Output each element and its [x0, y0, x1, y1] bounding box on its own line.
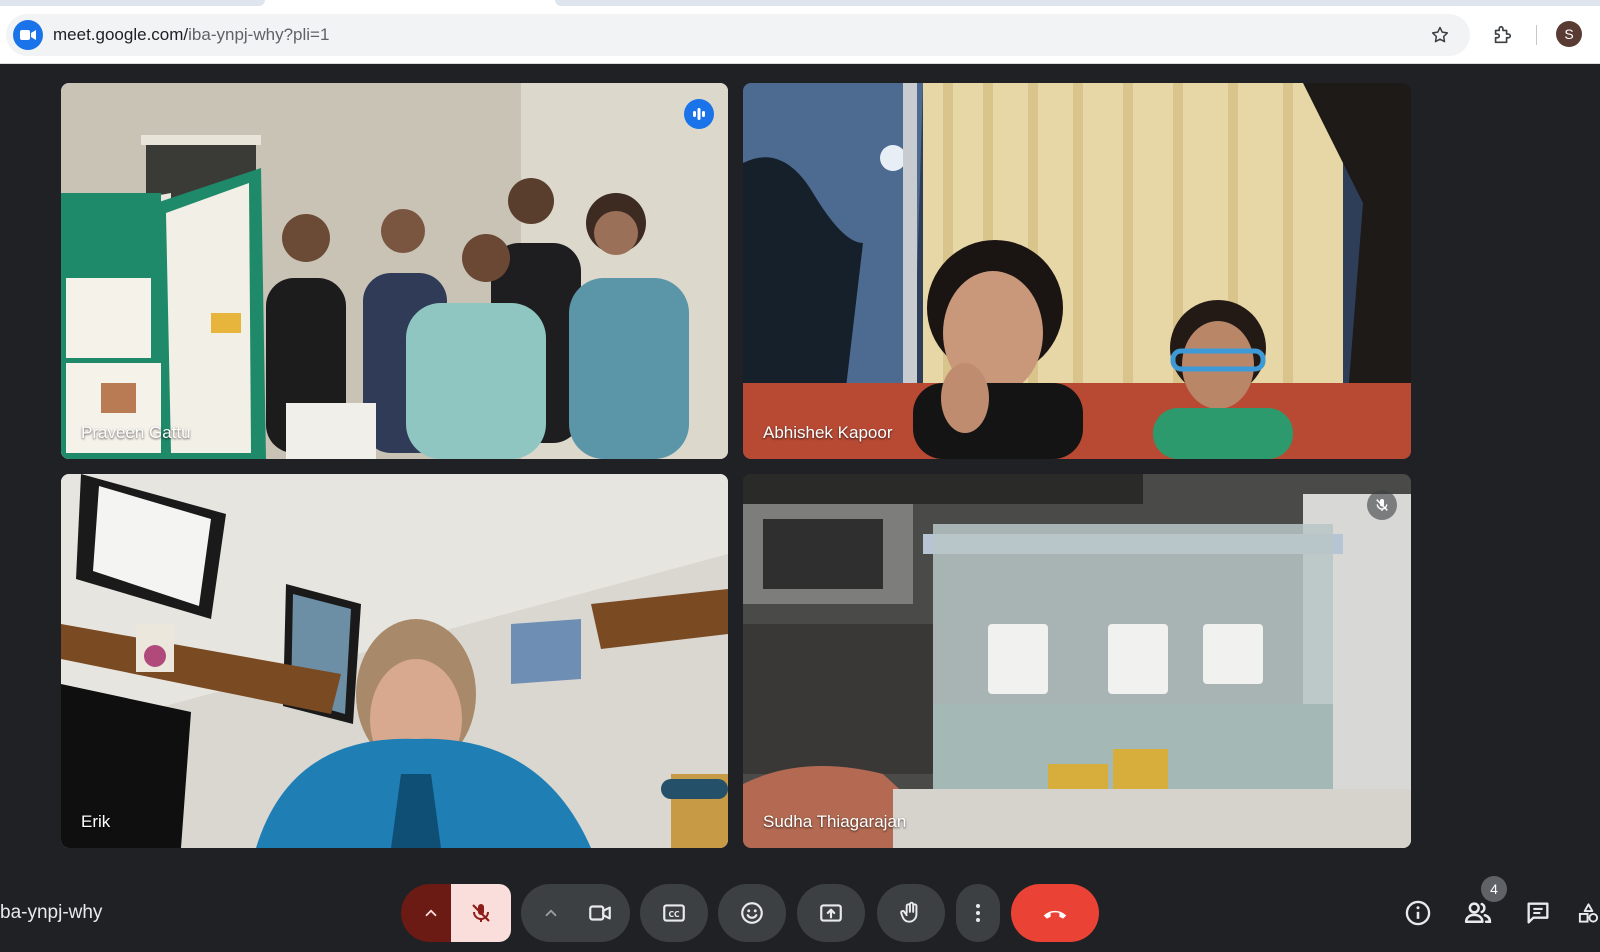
- meeting-details-button[interactable]: [1397, 892, 1439, 934]
- browser-toolbar: meet.google.com/iba-ynpj-why?pli=1 S: [0, 13, 1600, 64]
- chevron-up-icon: [425, 909, 437, 917]
- extensions-icon[interactable]: [1489, 22, 1515, 48]
- present-to-all-icon: [820, 904, 842, 922]
- reactions-button[interactable]: [718, 884, 786, 942]
- leave-call-button[interactable]: [1011, 884, 1099, 942]
- participant-name: Erik: [81, 812, 111, 831]
- chat-icon: [1527, 902, 1549, 924]
- svg-text:CC: CC: [668, 910, 680, 919]
- tab-left[interactable]: [0, 0, 265, 6]
- raise-hand-button[interactable]: [877, 884, 945, 942]
- chat-button[interactable]: [1517, 892, 1559, 934]
- hand-icon: [900, 901, 918, 923]
- meet-site-icon[interactable]: [13, 20, 43, 50]
- participant-name: Abhishek Kapoor: [763, 423, 893, 442]
- emoji-icon: [741, 902, 763, 924]
- participant-count-badge: 4: [1481, 876, 1507, 902]
- people-icon: [1464, 902, 1492, 923]
- more-vert-icon: [976, 904, 980, 922]
- video-feed: [61, 474, 728, 848]
- tab-strip: [0, 0, 1600, 13]
- participant-tile-abhishek[interactable]: Abhishek Kapoor: [743, 83, 1411, 459]
- profile-avatar[interactable]: S: [1556, 21, 1582, 47]
- mic-off-indicator-icon: [1367, 490, 1397, 520]
- mic-off-icon: [472, 904, 490, 922]
- camera-toggle-button[interactable]: [570, 884, 630, 942]
- video-feed: [743, 474, 1411, 848]
- url-path: iba-ynpj-why?pli=1: [188, 25, 330, 44]
- participant-tile-sudha[interactable]: Sudha Thiagarajan: [743, 474, 1411, 848]
- more-options-button[interactable]: [956, 884, 1000, 942]
- shapes-icon: [1578, 903, 1599, 923]
- toolbar-divider: [1536, 25, 1537, 45]
- url-host: meet.google.com/: [53, 25, 189, 44]
- info-icon: [1405, 900, 1431, 926]
- call-end-icon: [1043, 910, 1067, 919]
- bookmark-star-icon[interactable]: [1428, 23, 1452, 47]
- tab-right[interactable]: [555, 0, 1600, 6]
- meeting-code: ba-ynpj-why: [0, 902, 103, 923]
- video-feed: [61, 83, 728, 459]
- participant-name: Sudha Thiagarajan: [763, 812, 907, 831]
- participant-name: Praveen Gattu: [81, 423, 191, 442]
- address-bar[interactable]: meet.google.com/iba-ynpj-why?pli=1: [6, 14, 1470, 56]
- microphone-toggle-button[interactable]: [451, 884, 511, 942]
- activities-button[interactable]: [1577, 892, 1600, 934]
- present-screen-button[interactable]: [797, 884, 865, 942]
- speaking-indicator-icon: [684, 99, 714, 129]
- captions-button[interactable]: CC: [640, 884, 708, 942]
- url-text[interactable]: meet.google.com/iba-ynpj-why?pli=1: [53, 25, 329, 45]
- participant-tile-praveen[interactable]: Praveen Gattu: [61, 83, 728, 459]
- closed-captions-icon: CC: [663, 904, 685, 922]
- participant-tile-erik[interactable]: Erik: [61, 474, 728, 848]
- video-feed: [743, 83, 1411, 459]
- videocam-icon: [589, 905, 611, 921]
- chevron-up-icon: [545, 909, 557, 917]
